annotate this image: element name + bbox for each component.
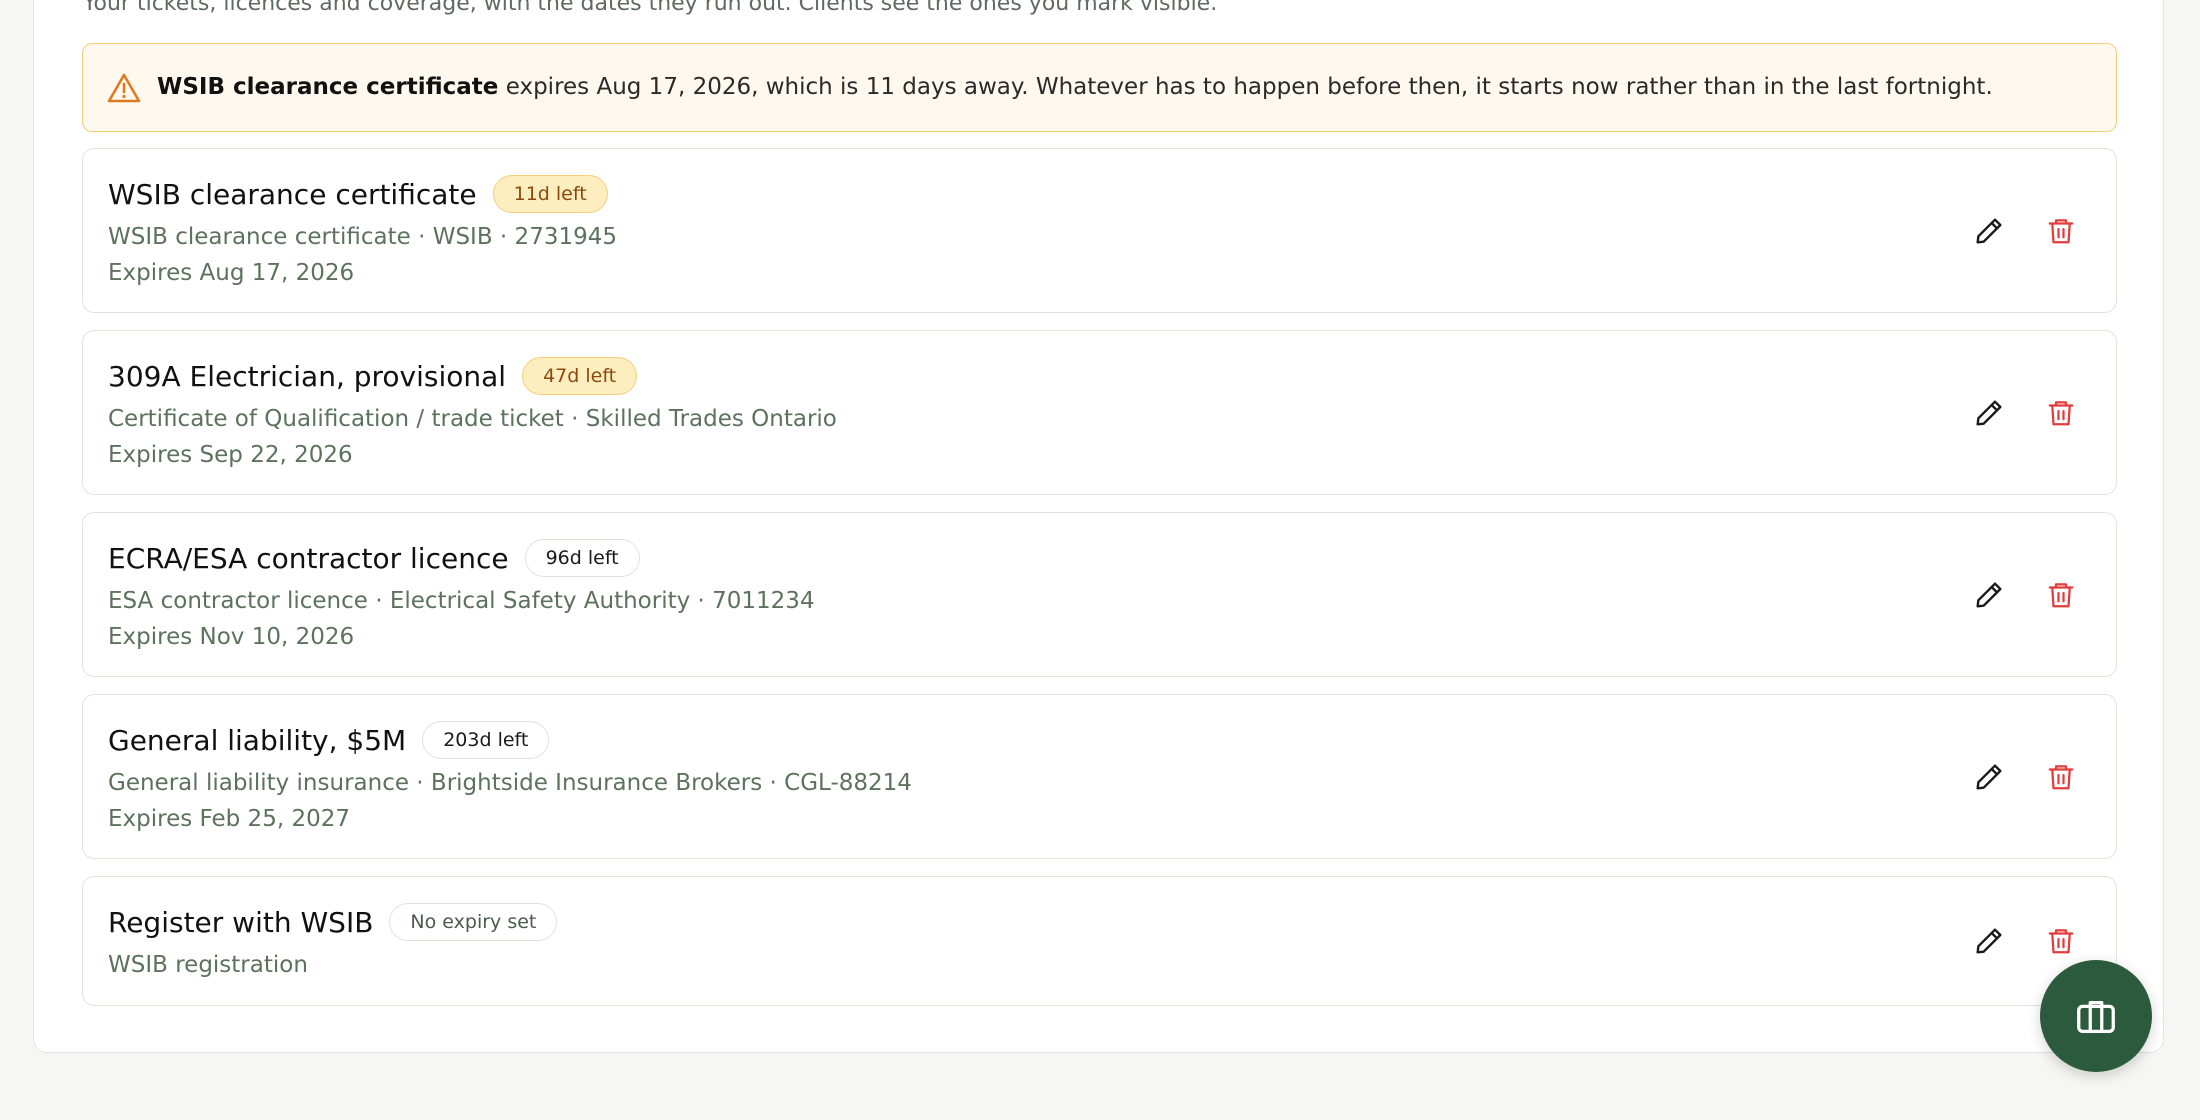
trash-icon (2048, 400, 2074, 425)
credential-meta: General liability insurance · Brightside… (108, 770, 912, 796)
briefcase-fab-button[interactable] (2040, 960, 2152, 1072)
credential-meta: WSIB clearance certificate · WSIB · 2731… (108, 224, 617, 250)
delete-button[interactable] (2044, 396, 2078, 430)
delete-button[interactable] (2044, 578, 2078, 612)
credential-title: 309A Electrician, provisional (108, 359, 507, 393)
credential-title: General liability, $5M (108, 723, 407, 757)
edit-button[interactable] (1972, 760, 2006, 794)
credential-meta: ESA contractor licence · Electrical Safe… (108, 588, 815, 614)
trash-icon (2048, 764, 2074, 789)
credential-card: WSIB clearance certificate 11d left WSIB… (82, 148, 2117, 313)
credential-expiry: Expires Sep 22, 2026 (108, 442, 353, 468)
edit-button[interactable] (1972, 214, 2006, 248)
warning-message: WSIB clearance certificate expires Aug 1… (157, 74, 1993, 100)
credential-title: WSIB clearance certificate (108, 177, 477, 211)
delete-button[interactable] (2044, 214, 2078, 248)
credential-card: ECRA/ESA contractor licence 96d left ESA… (82, 512, 2117, 677)
edit-button[interactable] (1972, 924, 2006, 958)
pencil-icon (1976, 763, 2002, 790)
credential-card: 309A Electrician, provisional 47d left C… (82, 330, 2117, 495)
pencil-icon (1976, 581, 2002, 608)
briefcase-icon (2077, 1000, 2115, 1033)
expiry-warning-banner: WSIB clearance certificate expires Aug 1… (82, 43, 2117, 132)
edit-button[interactable] (1972, 578, 2006, 612)
pencil-icon (1976, 928, 2002, 954)
credential-meta: WSIB registration (108, 952, 308, 978)
credential-expiry: Expires Nov 10, 2026 (108, 624, 355, 650)
trash-icon (2048, 929, 2074, 954)
days-left-badge: 11d left (492, 175, 608, 213)
warning-triangle-icon (107, 73, 141, 103)
days-left-badge: 96d left (524, 539, 640, 577)
credential-card: General liability, $5M 203d left General… (82, 694, 2117, 859)
warning-text: expires Aug 17, 2026, which is 11 days a… (498, 74, 1993, 100)
edit-button[interactable] (1972, 396, 2006, 430)
trash-icon (2048, 218, 2074, 243)
credential-title: ECRA/ESA contractor licence (108, 541, 509, 575)
warning-credential-name: WSIB clearance certificate (157, 74, 499, 100)
credential-expiry: Expires Feb 25, 2027 (108, 806, 350, 832)
pencil-icon (1976, 399, 2002, 426)
credential-meta: Certificate of Qualification / trade tic… (108, 406, 837, 432)
pencil-icon (1976, 217, 2002, 244)
delete-button[interactable] (2044, 760, 2078, 794)
intro-text: Your tickets, licences and coverage, wit… (83, 0, 1218, 16)
days-left-badge: 47d left (522, 357, 638, 395)
days-left-badge: 203d left (422, 721, 550, 759)
no-expiry-badge: No expiry set (389, 903, 558, 941)
delete-button[interactable] (2044, 924, 2078, 958)
trash-icon (2048, 582, 2074, 607)
credential-card: Register with WSIB No expiry set WSIB re… (82, 876, 2117, 1006)
credential-expiry: Expires Aug 17, 2026 (108, 260, 355, 286)
credential-title: Register with WSIB (108, 905, 374, 939)
